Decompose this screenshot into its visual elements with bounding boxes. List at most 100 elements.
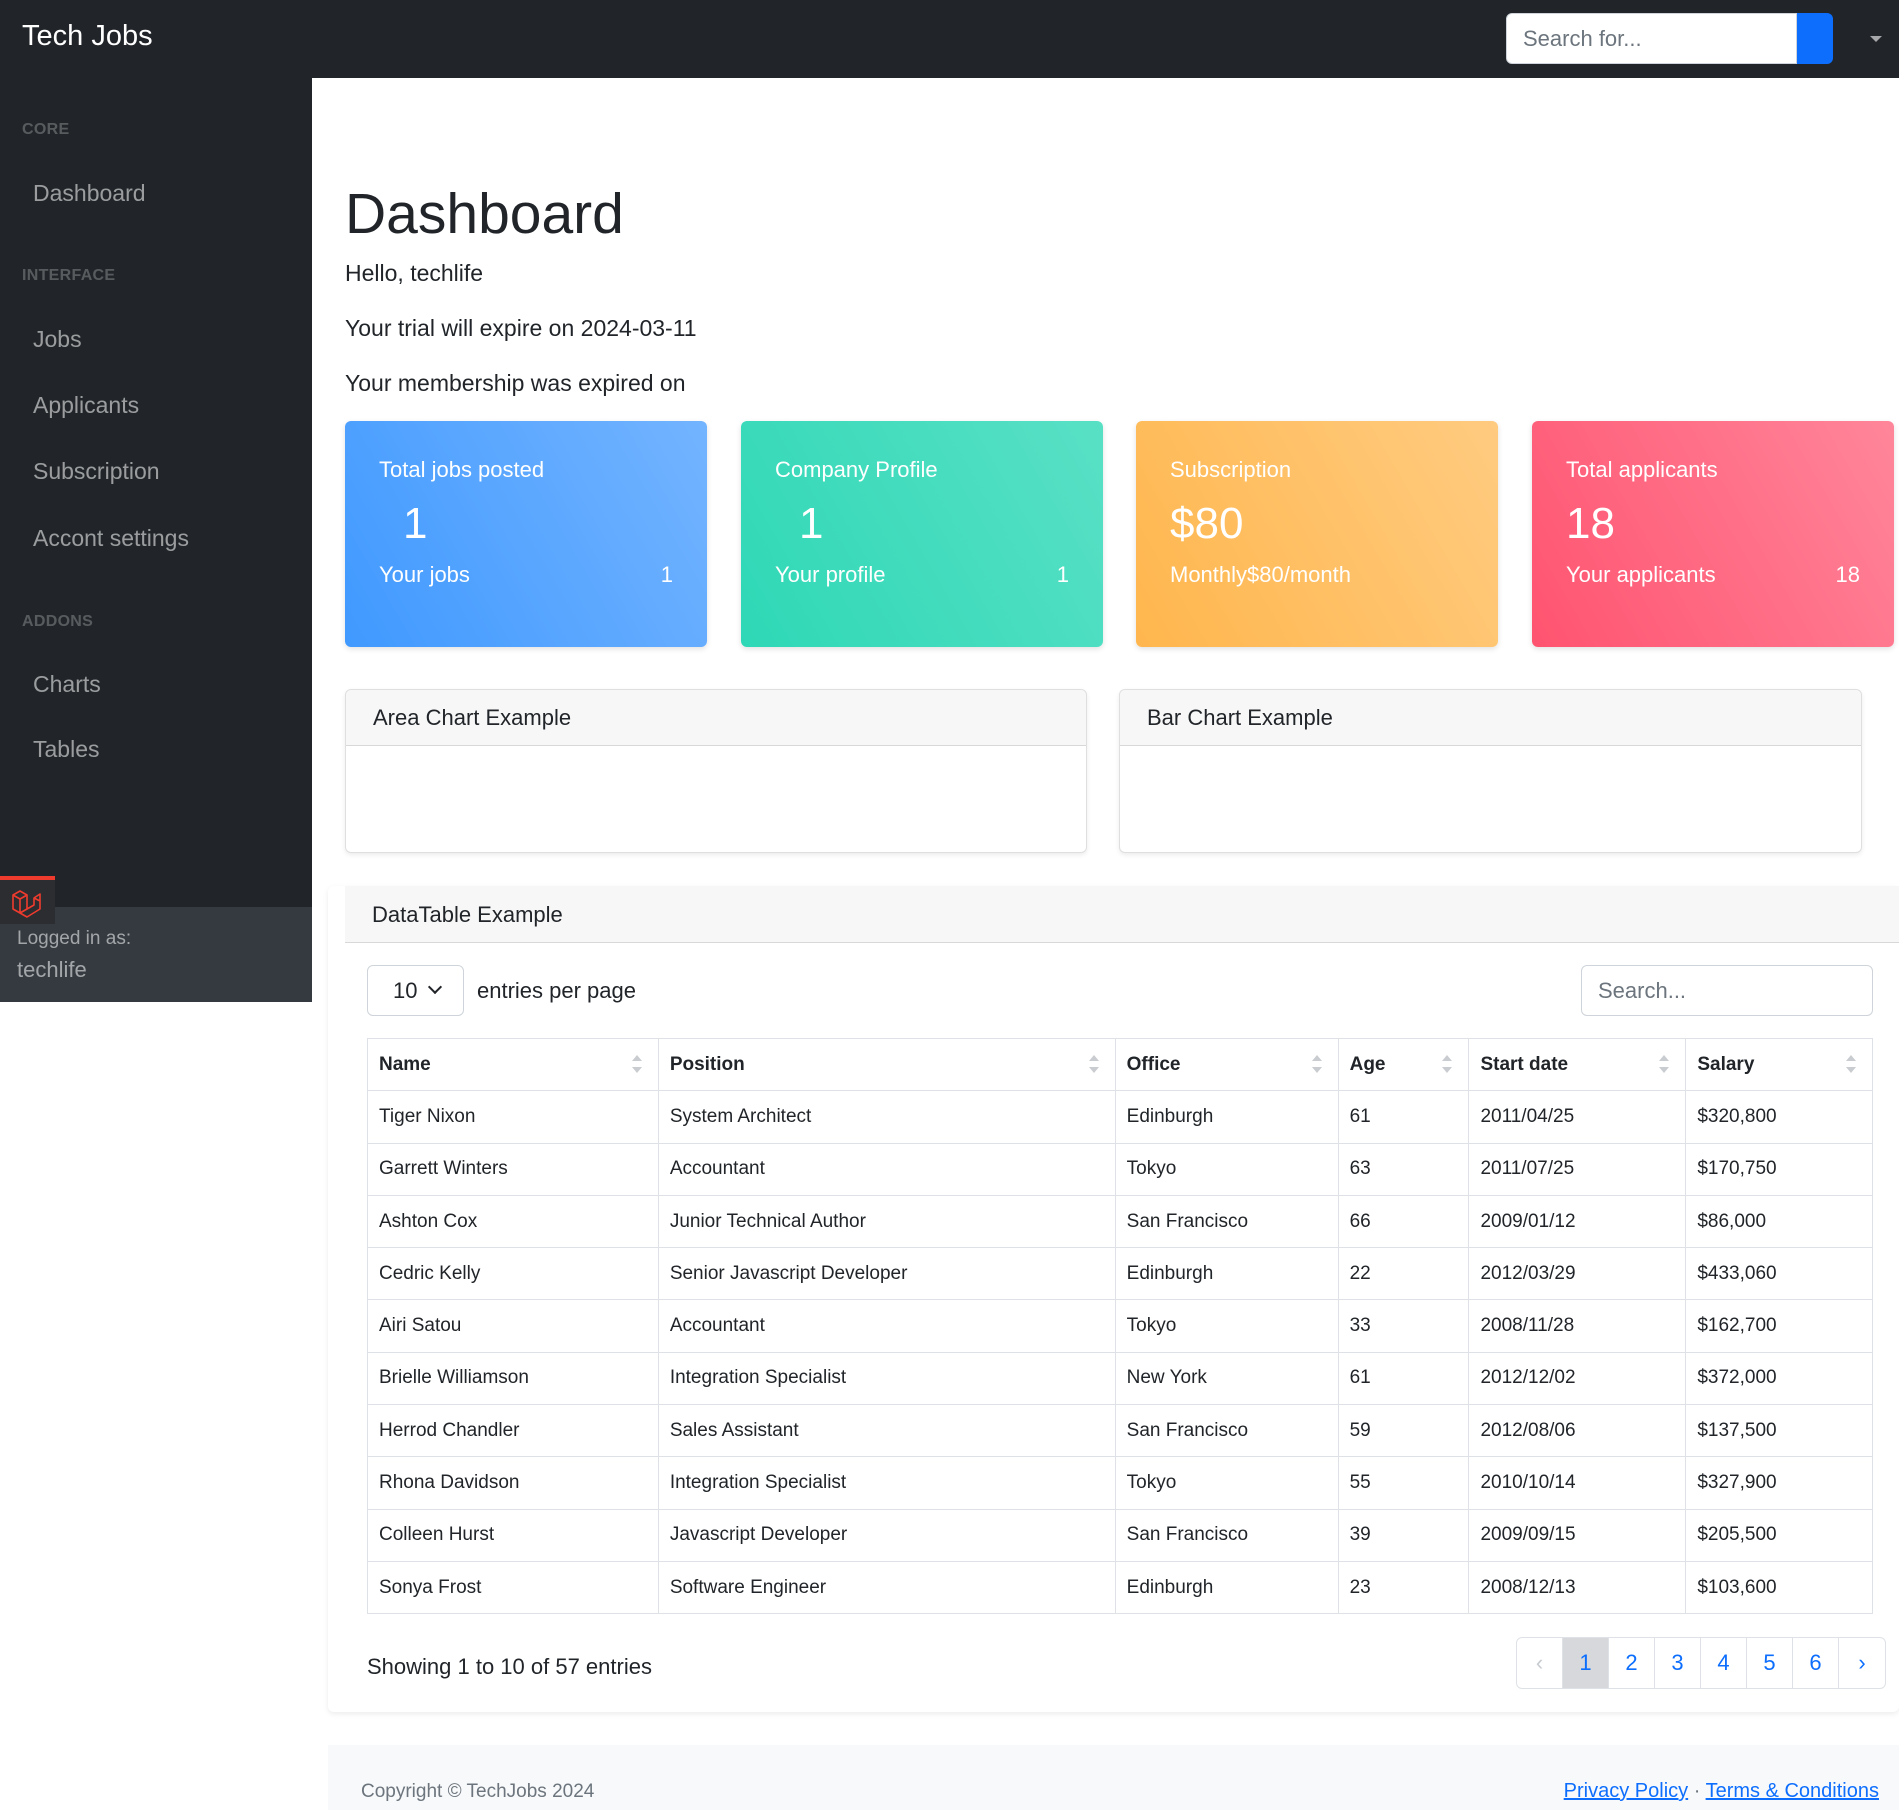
- pagination-page-1[interactable]: 1: [1563, 1638, 1609, 1688]
- stat-card-subscription[interactable]: Subscription $80 Monthly$80/month: [1136, 421, 1498, 647]
- stat-card-value: 1: [799, 499, 824, 548]
- table-cell: Rhona Davidson: [367, 1456, 659, 1510]
- entries-per-page-value: 10: [393, 978, 418, 1003]
- brand-link[interactable]: Tech Jobs: [22, 20, 153, 53]
- laravel-logo-icon: [12, 890, 41, 918]
- column-header-position[interactable]: Position: [657, 1037, 1116, 1092]
- table-cell: Edinburgh: [1114, 1090, 1339, 1144]
- sidebar-item-jobs[interactable]: Jobs: [33, 326, 82, 353]
- column-header-office[interactable]: Office: [1114, 1037, 1339, 1092]
- table-cell: Garrett Winters: [367, 1142, 659, 1196]
- table-cell: Edinburgh: [1114, 1247, 1339, 1301]
- pagination-page-4[interactable]: 4: [1701, 1638, 1747, 1688]
- column-header-start-date[interactable]: Start date: [1468, 1037, 1687, 1092]
- pagination-prev[interactable]: ‹: [1517, 1638, 1563, 1688]
- column-header-label: Position: [669, 1053, 745, 1075]
- area-chart-card: Area Chart Example: [345, 689, 1087, 853]
- table-cell: 61: [1337, 1351, 1470, 1406]
- table-header-row: Name Position Office Age Start date Sala…: [367, 1037, 1873, 1092]
- table-cell: $372,000: [1685, 1351, 1873, 1406]
- table-cell: 61: [1337, 1090, 1470, 1144]
- stat-card-footer: Your applicants: [1566, 562, 1716, 587]
- terms-link[interactable]: Terms & Conditions: [1706, 1780, 1879, 1802]
- table-cell: Colleen Hurst: [367, 1508, 659, 1562]
- datatable-search-input[interactable]: [1581, 965, 1873, 1016]
- table-cell: Sonya Frost: [367, 1560, 659, 1615]
- area-chart-title: Area Chart Example: [346, 690, 1086, 746]
- chevron-down-icon: [427, 979, 443, 995]
- bar-chart-card: Bar Chart Example: [1119, 689, 1862, 853]
- table-cell: Airi Satou: [367, 1299, 659, 1353]
- logged-in-username: techlife: [17, 957, 87, 982]
- sidebar: CORE Dashboard INTERFACE Jobs Applicants…: [0, 78, 312, 1002]
- table-cell: $162,700: [1685, 1299, 1873, 1353]
- stat-card-value: 1: [403, 499, 428, 548]
- stat-card-count: 1: [660, 562, 673, 587]
- pagination-page-6[interactable]: 6: [1793, 1638, 1839, 1688]
- sidebar-item-applicants[interactable]: Applicants: [33, 392, 139, 419]
- table-cell: 63: [1337, 1142, 1470, 1196]
- membership-text: Your membership was expired on: [345, 370, 686, 396]
- table-cell: 2010/10/14: [1468, 1456, 1687, 1510]
- pagination-page-2[interactable]: 2: [1609, 1638, 1655, 1688]
- greeting-text: Hello, techlife: [345, 260, 484, 286]
- privacy-policy-link[interactable]: Privacy Policy: [1564, 1780, 1688, 1802]
- pagination-next[interactable]: ›: [1839, 1638, 1885, 1688]
- footer-separator: ·: [1693, 1780, 1701, 1802]
- sidebar-item-subscription[interactable]: Subscription: [33, 458, 160, 485]
- datatable-card: DataTable Example 10 entries per page Na…: [328, 886, 1899, 1712]
- pagination-page-5[interactable]: 5: [1747, 1638, 1793, 1688]
- table-cell: 39: [1337, 1508, 1470, 1562]
- stat-card-applicants[interactable]: Total applicants 18 Your applicants 18: [1532, 421, 1894, 647]
- table-cell: 2011/07/25: [1468, 1142, 1687, 1196]
- sidebar-item-charts[interactable]: Charts: [33, 671, 101, 698]
- navbar-search: [1506, 13, 1833, 64]
- stat-card-jobs[interactable]: Total jobs posted 1 Your jobs 1: [345, 421, 707, 647]
- table-cell: 66: [1337, 1194, 1470, 1249]
- copyright-text: Copyright © TechJobs 2024: [361, 1781, 595, 1802]
- table-cell: $205,500: [1685, 1508, 1873, 1562]
- trial-expiry-text: Your trial will expire on 2024-03-11: [345, 315, 697, 341]
- table-cell: 55: [1337, 1456, 1470, 1510]
- stat-card-company-profile[interactable]: Company Profile 1 Your profile 1: [741, 421, 1103, 647]
- column-header-label: Salary: [1697, 1053, 1755, 1075]
- laravel-debugbar-badge[interactable]: [0, 876, 55, 924]
- user-dropdown-caret-icon[interactable]: [1870, 36, 1882, 42]
- table-cell: Javascript Developer: [657, 1508, 1116, 1562]
- table-cell: San Francisco: [1114, 1508, 1339, 1562]
- table-cell: Ashton Cox: [367, 1194, 659, 1249]
- pagination: ‹ 1 2 3 4 5 6 ›: [1516, 1637, 1886, 1689]
- stat-card-count: 18: [1835, 562, 1860, 587]
- column-header-name[interactable]: Name: [367, 1037, 659, 1092]
- page-title: Dashboard: [345, 182, 624, 246]
- sidebar-heading-addons: ADDONS: [22, 613, 94, 630]
- column-header-age[interactable]: Age: [1337, 1037, 1470, 1092]
- table-cell: Sales Assistant: [657, 1404, 1116, 1458]
- table-cell: 2009/09/15: [1468, 1508, 1687, 1562]
- sidebar-item-account-settings[interactable]: Accont settings: [33, 525, 189, 552]
- stat-card-footer: Your jobs: [379, 562, 470, 587]
- datatable: Name Position Office Age Start date Sala…: [367, 1037, 1873, 1615]
- navbar-search-input[interactable]: [1506, 13, 1797, 64]
- table-cell: San Francisco: [1114, 1194, 1339, 1249]
- table-row: Herrod Chandler Sales Assistant San Franci…: [367, 1404, 1873, 1458]
- table-info-text: Showing 1 to 10 of 57 entries: [367, 1654, 652, 1679]
- table-cell: Tokyo: [1114, 1142, 1339, 1196]
- table-cell: $103,600: [1685, 1560, 1873, 1615]
- stat-card-title: Total applicants: [1566, 457, 1718, 482]
- table-cell: 2011/04/25: [1468, 1090, 1687, 1144]
- navbar-search-button[interactable]: [1797, 13, 1833, 64]
- table-cell: 33: [1337, 1299, 1470, 1353]
- table-row: Cedric Kelly Senior Javascript Developer E…: [367, 1247, 1873, 1301]
- table-cell: Edinburgh: [1114, 1560, 1339, 1615]
- table-body: Tiger Nixon System Architect Edinburgh 61 20…: [367, 1090, 1873, 1615]
- pagination-page-3[interactable]: 3: [1655, 1638, 1701, 1688]
- table-row: Tiger Nixon System Architect Edinburgh 61 20…: [367, 1090, 1873, 1144]
- entries-per-page-select[interactable]: 10: [367, 965, 464, 1016]
- stat-card-value: $80: [1170, 499, 1244, 548]
- sidebar-item-dashboard[interactable]: Dashboard: [33, 180, 146, 207]
- sidebar-item-tables[interactable]: Tables: [33, 736, 99, 763]
- table-cell: 2008/11/28: [1468, 1299, 1687, 1353]
- table-cell: $86,000: [1685, 1194, 1873, 1249]
- column-header-salary[interactable]: Salary: [1685, 1037, 1873, 1092]
